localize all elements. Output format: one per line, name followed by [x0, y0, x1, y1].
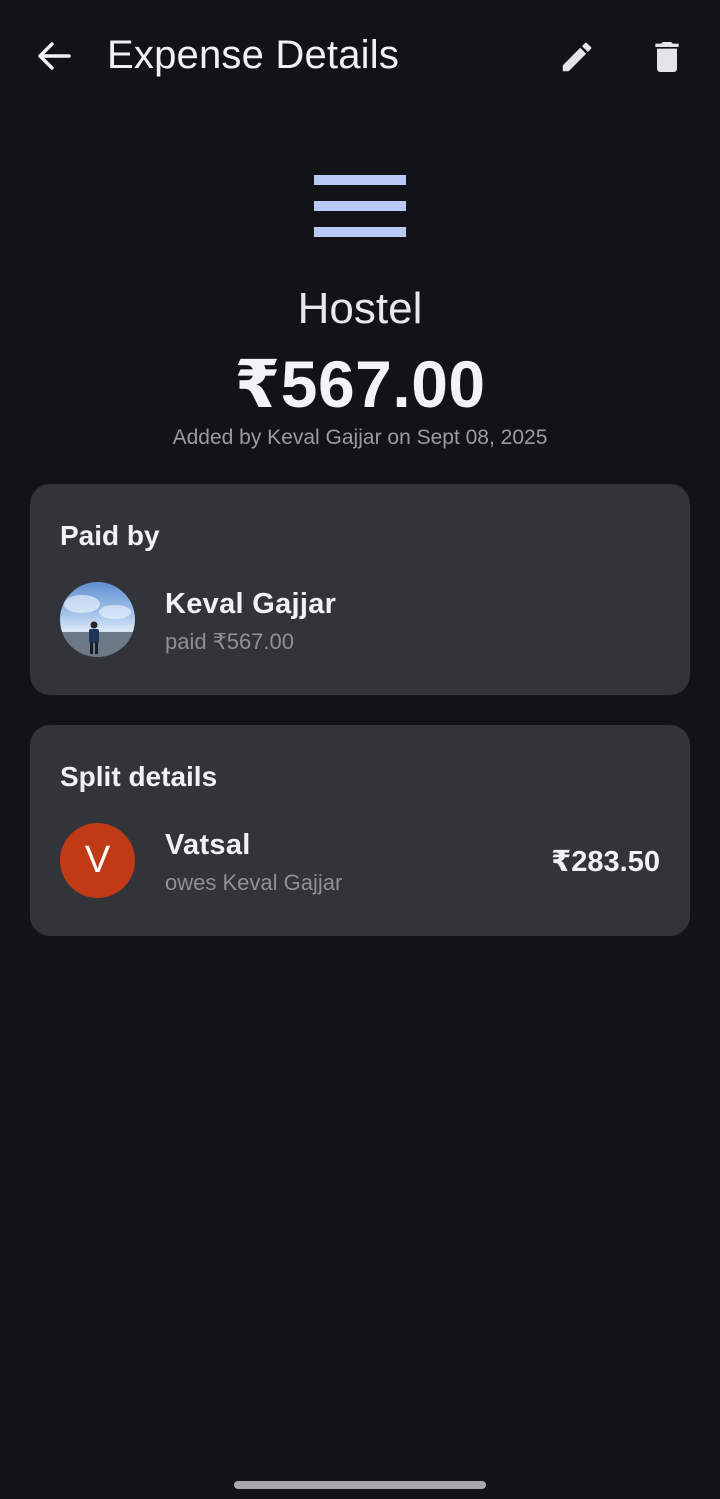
split-person-name: Vatsal	[165, 829, 251, 861]
split-details-card: Split details V Vatsal owes Keval Gajjar…	[30, 725, 690, 936]
edit-button[interactable]	[552, 32, 602, 82]
paid-by-card: Paid by Keval Gajjar paid ₹567.00	[30, 484, 690, 695]
expense-amount: ₹567.00	[234, 347, 486, 421]
pencil-icon	[562, 42, 592, 72]
home-indicator[interactable]	[234, 1481, 486, 1489]
split-details-title: Split details	[60, 761, 218, 792]
back-button[interactable]	[28, 34, 80, 78]
arrow-back-icon	[38, 42, 71, 70]
trash-icon	[655, 42, 679, 72]
expense-name: Hostel	[297, 284, 423, 333]
paid-by-title: Paid by	[60, 520, 160, 551]
payer-name: Keval Gajjar	[165, 588, 337, 620]
split-amount: ₹283.50	[551, 846, 660, 878]
avatar	[60, 582, 135, 657]
menu-lines-icon	[314, 175, 406, 237]
delete-button[interactable]	[642, 32, 692, 82]
payer-paid-amount: paid ₹567.00	[165, 629, 294, 654]
app-bar: Expense Details	[0, 0, 720, 112]
avatar: V	[60, 823, 135, 898]
split-person-owes: owes Keval Gajjar	[165, 870, 343, 895]
added-by-text: Added by Keval Gajjar on Sept 08, 2025	[172, 426, 548, 449]
person-photo-icon	[60, 595, 135, 657]
page-title: Expense Details	[107, 33, 400, 77]
